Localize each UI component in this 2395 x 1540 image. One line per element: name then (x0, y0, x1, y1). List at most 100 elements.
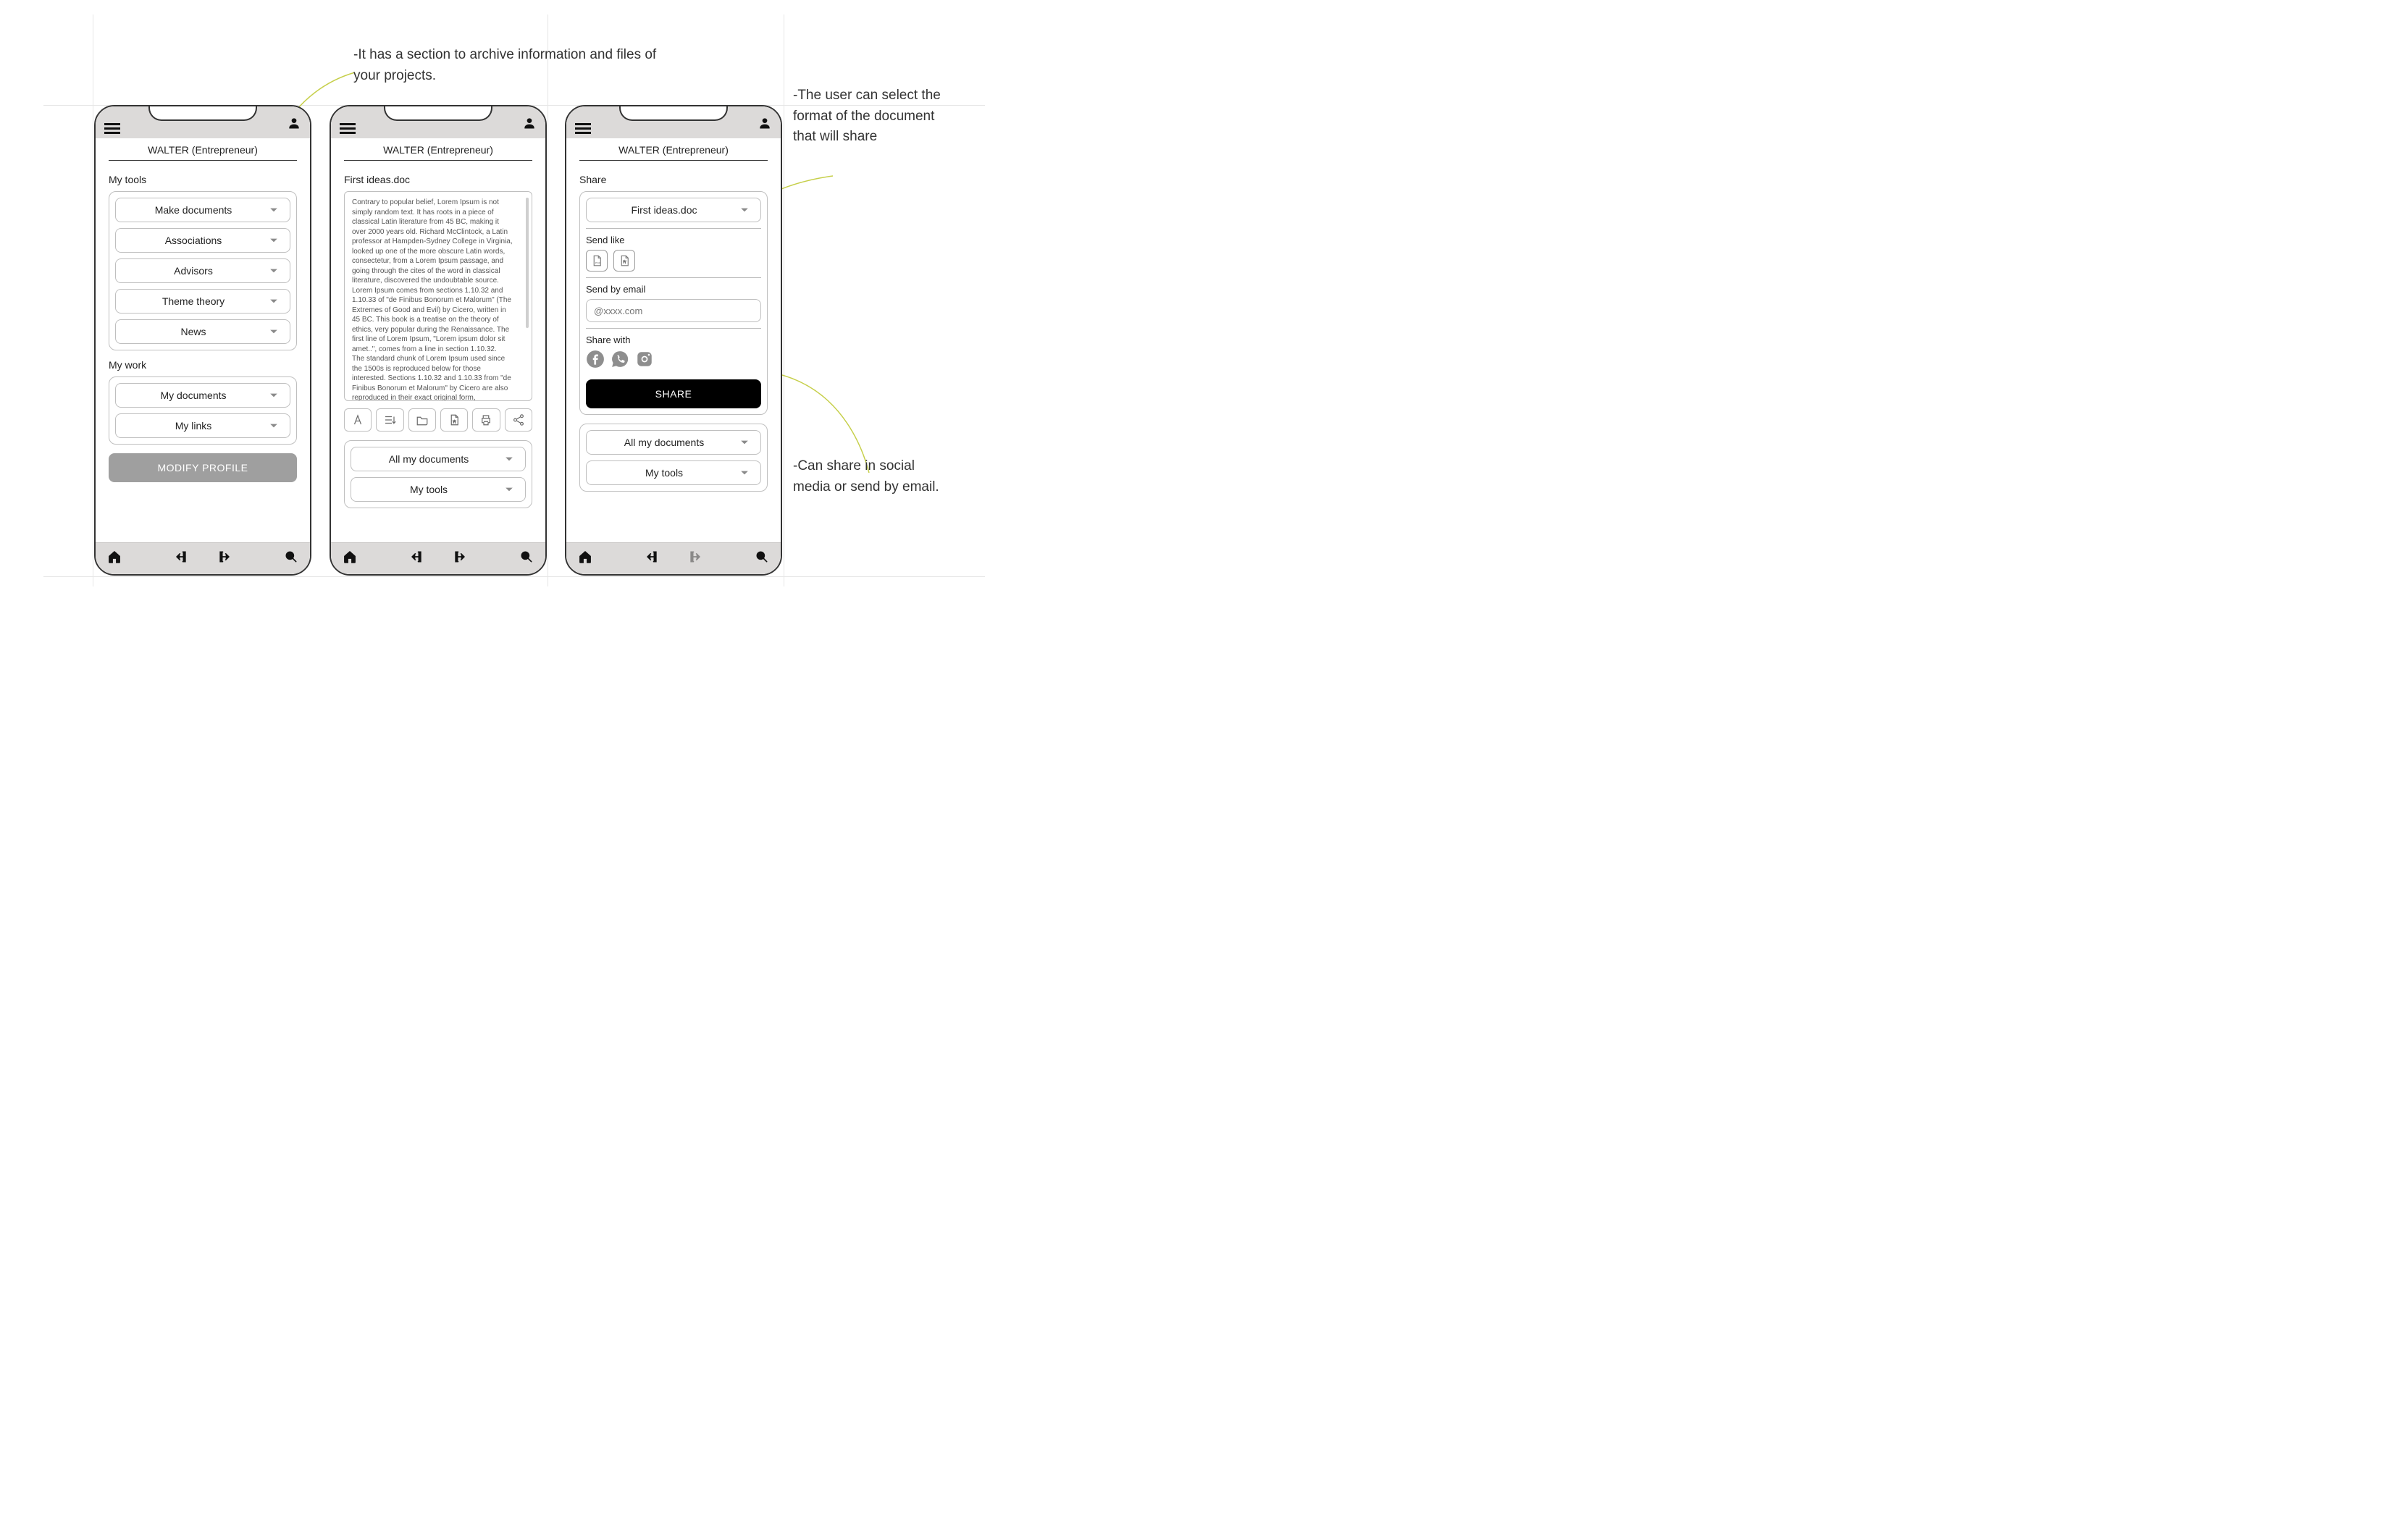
dropdown-label: News (123, 326, 264, 337)
dropdown-all-documents[interactable]: All my documents (586, 430, 761, 455)
chevron-down-icon (734, 201, 753, 219)
folder-tool-icon[interactable] (408, 408, 436, 432)
dropdown-news[interactable]: News (115, 319, 290, 344)
section-label-work: My work (109, 359, 297, 371)
share-button[interactable]: SHARE (586, 379, 761, 408)
user-icon[interactable] (287, 116, 301, 134)
dropdown-label: First ideas.doc (594, 204, 734, 216)
document-toolbar (344, 408, 532, 432)
home-icon[interactable] (343, 550, 357, 568)
format-word-button[interactable] (613, 250, 635, 272)
bottom-nav (96, 542, 310, 574)
home-icon[interactable] (107, 550, 122, 568)
chevron-down-icon (264, 231, 282, 250)
dropdown-theme-theory[interactable]: Theme theory (115, 289, 290, 314)
work-panel: My documents My links (109, 376, 297, 445)
dropdown-associations[interactable]: Associations (115, 228, 290, 253)
dropdown-my-tools[interactable]: My tools (586, 460, 761, 485)
annotation-archive: -It has a section to archive information… (353, 45, 665, 86)
dropdown-my-documents[interactable]: My documents (115, 383, 290, 408)
bottom-nav (331, 542, 545, 574)
dropdown-label: All my documents (594, 437, 734, 448)
tools-panel: Make documents Associations Advisors The… (109, 191, 297, 350)
word-file-icon[interactable] (440, 408, 468, 432)
chevron-down-icon (264, 416, 282, 435)
share-panel: First ideas.doc Send like PDF Send by em… (579, 191, 768, 415)
phone-notch (384, 105, 492, 121)
dropdown-make-documents[interactable]: Make documents (115, 198, 290, 222)
home-icon[interactable] (578, 550, 592, 568)
dropdown-label: Advisors (123, 265, 264, 277)
phone-profile: WALTER (Entrepreneur) My tools Make docu… (94, 105, 311, 576)
print-tool-icon[interactable] (472, 408, 500, 432)
document-filename: First ideas.doc (344, 174, 532, 185)
dropdown-label: Associations (123, 235, 264, 246)
search-icon[interactable] (755, 550, 769, 568)
font-tool-icon[interactable] (344, 408, 372, 432)
logout-icon[interactable] (453, 550, 467, 568)
annotation-share: -Can share in social media or send by em… (793, 456, 952, 497)
chevron-down-icon (499, 450, 518, 468)
share-tool-icon[interactable] (505, 408, 532, 432)
divider (586, 228, 761, 229)
nav-panel: All my documents My tools (579, 424, 768, 492)
page-title: WALTER (Entrepreneur) (579, 138, 768, 161)
modify-profile-button[interactable]: MODIFY PROFILE (109, 453, 297, 482)
dropdown-label: Theme theory (123, 295, 264, 307)
document-viewer[interactable]: Contrary to popular belief, Lorem Ipsum … (344, 191, 532, 401)
user-icon[interactable] (522, 116, 537, 134)
hamburger-menu-icon[interactable] (104, 123, 120, 134)
login-icon[interactable] (174, 550, 188, 568)
send-email-label: Send by email (586, 284, 761, 295)
phone-share: WALTER (Entrepreneur) Share First ideas.… (565, 105, 782, 576)
wireframe-canvas: -It has a section to archive information… (0, 0, 1014, 652)
facebook-icon[interactable] (586, 350, 605, 372)
dropdown-label: My tools (594, 467, 734, 479)
phone-notch (148, 105, 257, 121)
svg-text:PDF: PDF (595, 262, 601, 265)
hamburger-menu-icon[interactable] (575, 123, 591, 134)
whatsapp-icon[interactable] (611, 350, 629, 372)
logout-icon[interactable] (217, 550, 232, 568)
dropdown-all-documents[interactable]: All my documents (351, 447, 526, 471)
login-icon[interactable] (645, 550, 659, 568)
chevron-down-icon (734, 463, 753, 482)
chevron-down-icon (264, 386, 282, 405)
login-icon[interactable] (409, 550, 424, 568)
chevron-down-icon (734, 433, 753, 452)
chevron-down-icon (264, 322, 282, 341)
send-like-label: Send like (586, 235, 761, 245)
bottom-nav (566, 542, 781, 574)
dropdown-label: Make documents (123, 204, 264, 216)
document-text: Contrary to popular belief, Lorem Ipsum … (352, 198, 513, 401)
format-pdf-button[interactable]: PDF (586, 250, 608, 272)
scrollbar[interactable] (526, 198, 529, 328)
dropdown-my-links[interactable]: My links (115, 413, 290, 438)
dropdown-label: My links (123, 420, 264, 432)
user-icon[interactable] (758, 116, 772, 134)
logout-icon[interactable] (688, 550, 702, 568)
search-icon[interactable] (519, 550, 534, 568)
divider (586, 277, 761, 278)
chevron-down-icon (499, 480, 518, 499)
sort-tool-icon[interactable] (376, 408, 403, 432)
divider (586, 328, 761, 329)
email-field[interactable] (586, 299, 761, 322)
instagram-icon[interactable] (635, 350, 654, 372)
section-label-tools: My tools (109, 174, 297, 185)
hamburger-menu-icon[interactable] (340, 123, 356, 134)
search-icon[interactable] (284, 550, 298, 568)
annotation-format: -The user can select the format of the d… (793, 85, 960, 148)
phone-notch (619, 105, 728, 121)
chevron-down-icon (264, 201, 282, 219)
phone-document: WALTER (Entrepreneur) First ideas.doc Co… (330, 105, 547, 576)
dropdown-label: My tools (358, 484, 499, 495)
dropdown-file-select[interactable]: First ideas.doc (586, 198, 761, 222)
page-title: WALTER (Entrepreneur) (109, 138, 297, 161)
dropdown-my-tools[interactable]: My tools (351, 477, 526, 502)
chevron-down-icon (264, 292, 282, 311)
share-with-label: Share with (586, 334, 761, 345)
nav-panel: All my documents My tools (344, 440, 532, 508)
page-title: WALTER (Entrepreneur) (344, 138, 532, 161)
dropdown-advisors[interactable]: Advisors (115, 258, 290, 283)
